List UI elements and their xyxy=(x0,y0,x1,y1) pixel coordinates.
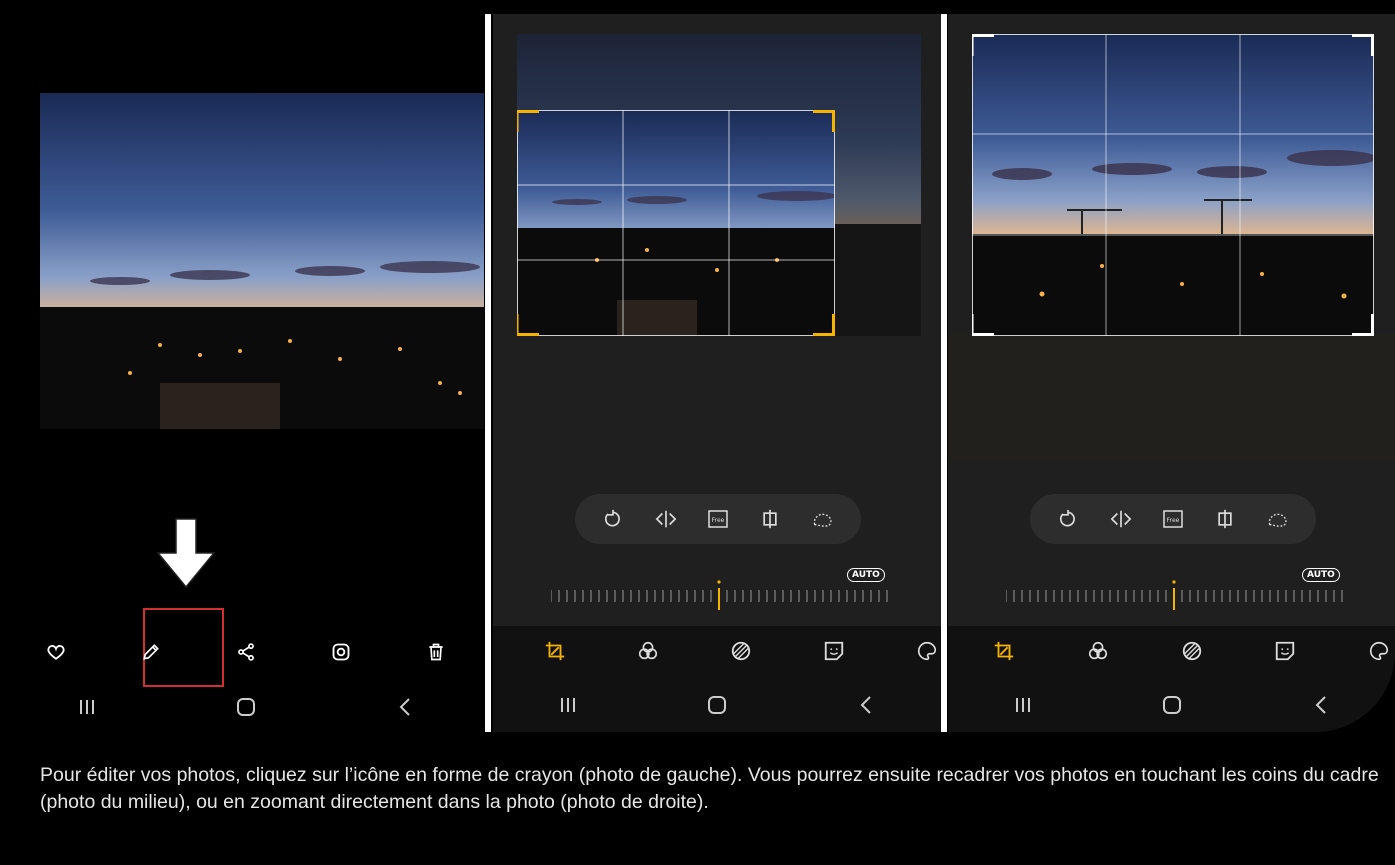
tone-icon[interactable] xyxy=(721,636,761,666)
instagram-icon[interactable] xyxy=(324,635,358,669)
rotation-ruler[interactable] xyxy=(1006,580,1346,610)
pencil-icon[interactable] xyxy=(134,635,168,669)
home-icon[interactable] xyxy=(226,692,266,722)
system-nav-bar xyxy=(8,690,484,724)
free-aspect-icon[interactable]: Free xyxy=(704,505,732,533)
rotation-ruler[interactable] xyxy=(551,580,891,610)
lasso-icon[interactable] xyxy=(809,505,837,533)
flip-icon[interactable] xyxy=(1107,505,1135,533)
down-arrow-icon xyxy=(156,518,216,589)
sunset-photo xyxy=(40,93,484,429)
gallery-viewer-screen xyxy=(8,14,484,732)
sticker-icon[interactable] xyxy=(814,636,854,666)
crop-icon[interactable] xyxy=(535,636,575,666)
panel-divider xyxy=(941,14,947,732)
home-icon[interactable] xyxy=(697,690,737,720)
crop-icon[interactable] xyxy=(984,636,1024,666)
rotate-icon[interactable] xyxy=(1054,505,1082,533)
editor-bottom-toolbar xyxy=(493,626,941,732)
transform-tools-pill: Free xyxy=(1030,494,1316,544)
crop-area-photo[interactable] xyxy=(517,110,835,336)
lasso-icon[interactable] xyxy=(1264,505,1292,533)
palette-icon[interactable] xyxy=(1359,636,1395,666)
share-icon[interactable] xyxy=(229,635,263,669)
panel-divider xyxy=(485,14,491,732)
recents-icon[interactable] xyxy=(67,692,107,722)
recents-icon[interactable] xyxy=(1003,690,1043,720)
zoomed-crop-photo[interactable] xyxy=(972,34,1374,336)
home-icon[interactable] xyxy=(1152,690,1192,720)
system-nav-bar xyxy=(493,688,941,722)
svg-text:Free: Free xyxy=(1167,517,1180,524)
heart-icon[interactable] xyxy=(39,635,73,669)
zoom-crop-editor-screen: Free AUTO xyxy=(948,14,1395,732)
back-icon[interactable] xyxy=(846,690,886,720)
system-nav-bar xyxy=(948,688,1395,722)
rotate-icon[interactable] xyxy=(599,505,627,533)
caption-text: Pour éditer vos photos, cliquez sur l’ic… xyxy=(40,764,1379,813)
editor-bottom-toolbar xyxy=(948,626,1395,732)
dimmed-photo-background xyxy=(948,334,1395,460)
flip-icon[interactable] xyxy=(652,505,680,533)
perspective-icon[interactable] xyxy=(1211,505,1239,533)
free-aspect-icon[interactable]: Free xyxy=(1159,505,1187,533)
crop-editor-screen: Free AUTO xyxy=(493,14,941,732)
transform-tools-pill: Free xyxy=(575,494,861,544)
filters-icon[interactable] xyxy=(1078,636,1118,666)
trash-icon[interactable] xyxy=(419,635,453,669)
back-icon[interactable] xyxy=(1301,690,1341,720)
perspective-icon[interactable] xyxy=(756,505,784,533)
sticker-icon[interactable] xyxy=(1265,636,1305,666)
filters-icon[interactable] xyxy=(628,636,668,666)
recents-icon[interactable] xyxy=(548,690,588,720)
svg-text:Free: Free xyxy=(712,517,725,524)
palette-icon[interactable] xyxy=(907,636,941,666)
viewer-action-bar xyxy=(8,632,484,672)
back-icon[interactable] xyxy=(385,692,425,722)
tone-icon[interactable] xyxy=(1172,636,1212,666)
